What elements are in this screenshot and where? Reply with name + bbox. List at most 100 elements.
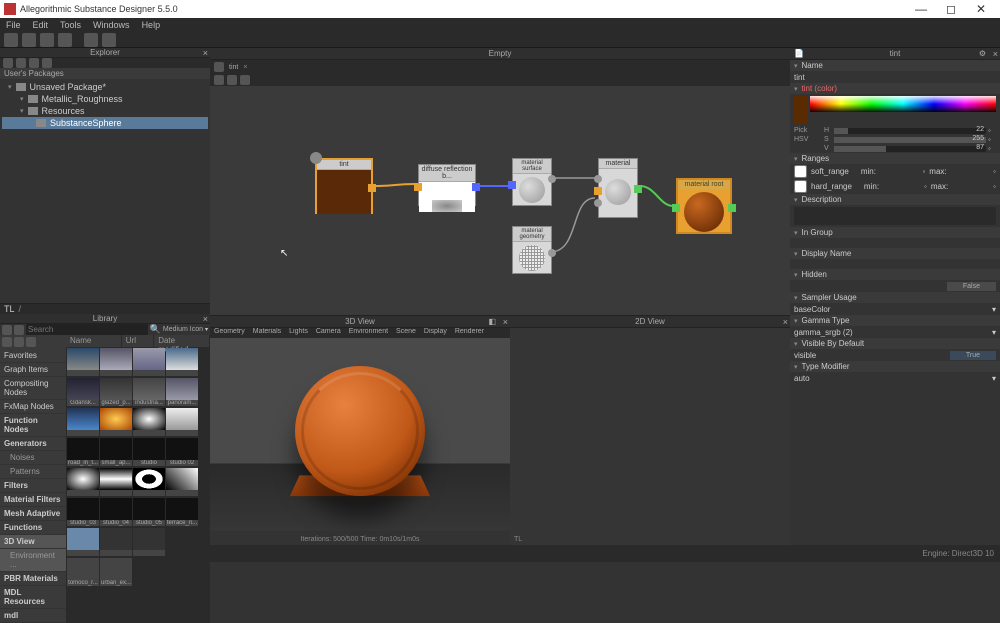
expl-tb-2[interactable] <box>16 58 26 68</box>
port-surface-out[interactable] <box>548 175 556 183</box>
lib-cat[interactable]: Functions <box>0 521 66 535</box>
desc-input[interactable] <box>794 207 996 225</box>
lib-cat[interactable]: Filters <box>0 479 66 493</box>
v3d-scene[interactable]: Scene <box>396 328 416 338</box>
view3d-close-icon[interactable]: × <box>503 317 508 327</box>
toolbar-btn-5[interactable] <box>84 33 98 47</box>
prop-gamma-section[interactable]: Gamma Type <box>790 315 1000 326</box>
v3d-renderer[interactable]: Renderer <box>455 328 484 338</box>
v3d-materials[interactable]: Materials <box>253 328 281 338</box>
library-thumb[interactable] <box>133 468 165 496</box>
library-thumb[interactable]: panoram... <box>166 378 198 406</box>
library-close-icon[interactable]: × <box>203 314 208 324</box>
library-thumb[interactable]: studio 02 <box>166 438 198 466</box>
v3d-display[interactable]: Display <box>424 328 447 338</box>
tint-swatch[interactable] <box>794 96 808 124</box>
s-slider[interactable]: 255 <box>834 137 986 143</box>
lib-cat[interactable]: Generators <box>0 437 66 451</box>
lib-cat[interactable]: Function Nodes <box>0 414 66 437</box>
port-diffuse-out[interactable] <box>472 183 480 191</box>
expl-tb-3[interactable] <box>29 58 39 68</box>
expl-tb-4[interactable] <box>42 58 52 68</box>
library-thumb[interactable] <box>67 408 99 436</box>
library-thumb[interactable] <box>100 348 132 376</box>
tree-item[interactable]: ▾Resources <box>2 105 208 117</box>
library-thumb[interactable] <box>100 528 132 556</box>
menu-windows[interactable]: Windows <box>93 20 130 30</box>
v3d-camera[interactable]: Camera <box>316 328 341 338</box>
graph-tb-1[interactable] <box>214 62 224 72</box>
prop-name-section[interactable]: Name <box>790 60 1000 71</box>
expl-tb-1[interactable] <box>3 58 13 68</box>
port-diffuse-in[interactable] <box>414 183 422 191</box>
chevron-down-icon[interactable]: ▾ <box>205 326 208 333</box>
graph-tab-label[interactable]: tint <box>227 64 240 71</box>
lib-cat[interactable]: Favorites <box>0 349 66 363</box>
lib-cat[interactable]: Noises <box>0 451 66 465</box>
prop-hidden-section[interactable]: Hidden <box>790 269 1000 280</box>
graph-tb2-2[interactable] <box>227 75 237 85</box>
lib-cat[interactable]: Material Filters <box>0 493 66 507</box>
prop-group-section[interactable]: In Group <box>790 227 1000 238</box>
h-slider[interactable]: 22 <box>834 128 986 134</box>
hard-range-check[interactable] <box>794 180 807 193</box>
prop-type-section[interactable]: Type Modifier <box>790 361 1000 372</box>
tree-item[interactable]: ▾Metallic_Roughness <box>2 93 208 105</box>
library-thumb[interactable]: terrace_n... <box>166 498 198 526</box>
port-material-in3[interactable] <box>594 199 602 207</box>
library-thumb[interactable] <box>67 468 99 496</box>
port-material-in2[interactable] <box>594 187 602 195</box>
type-value[interactable]: auto <box>794 374 810 383</box>
port-surface-in[interactable] <box>508 181 516 189</box>
library-thumb[interactable]: tomoco_r... <box>67 558 99 586</box>
graph-canvas[interactable]: tint diffuse reflection b... material su… <box>210 86 790 315</box>
library-viewmode[interactable]: Medium Icon <box>163 326 203 333</box>
library-thumb[interactable] <box>133 348 165 376</box>
node-root[interactable]: material root <box>676 178 732 234</box>
library-thumb[interactable]: studio_03 <box>67 498 99 526</box>
library-thumb[interactable] <box>100 408 132 436</box>
port-material-out[interactable] <box>634 185 642 193</box>
library-thumb[interactable] <box>133 528 165 556</box>
lib-nav-icon[interactable] <box>14 325 24 335</box>
library-thumb[interactable]: urban_ex... <box>100 558 132 586</box>
lib-cat[interactable]: Graph Items <box>0 363 66 377</box>
lib-cat[interactable]: FxMap Nodes <box>0 400 66 414</box>
v3d-environment[interactable]: Environment <box>349 328 388 338</box>
v3d-geometry[interactable]: Geometry <box>214 328 245 338</box>
library-thumb[interactable] <box>166 348 198 376</box>
port-root-in[interactable] <box>672 204 680 212</box>
close-button[interactable]: ✕ <box>966 2 996 16</box>
menu-file[interactable]: File <box>6 20 21 30</box>
graph-area[interactable]: tint × tint <box>210 60 790 316</box>
library-thumb[interactable]: road_in_t... <box>67 438 99 466</box>
port-tint-out[interactable] <box>368 184 376 192</box>
tree-item[interactable]: ▾Unsaved Package* <box>2 81 208 93</box>
visible-toggle[interactable]: True <box>950 351 996 360</box>
port-material-in1[interactable] <box>594 175 602 183</box>
menu-help[interactable]: Help <box>142 20 161 30</box>
soft-range-check[interactable] <box>794 165 807 178</box>
v-slider[interactable]: 87 <box>834 146 986 152</box>
node-tint[interactable]: tint <box>315 158 373 214</box>
lib-home-icon[interactable] <box>2 325 12 335</box>
menu-tools[interactable]: Tools <box>60 20 81 30</box>
toolbar-btn-6[interactable] <box>102 33 116 47</box>
tree-item[interactable]: SubstanceSphere <box>2 117 208 129</box>
lib-cat[interactable]: MDL Resources <box>0 586 66 609</box>
view2d-close-icon[interactable]: × <box>783 317 788 327</box>
graph-tb2-1[interactable] <box>214 75 224 85</box>
prop-ranges-section[interactable]: Ranges <box>790 153 1000 164</box>
library-thumb[interactable]: studio_04 <box>100 498 132 526</box>
library-search-input[interactable] <box>26 324 148 335</box>
port-root-out[interactable] <box>728 204 736 212</box>
port-geometry-out[interactable] <box>548 249 556 257</box>
toolbar-btn-4[interactable] <box>58 33 72 47</box>
lib-cat[interactable]: PBR Materials <box>0 572 66 586</box>
node-tint-pin-icon[interactable] <box>310 152 322 164</box>
menu-edit[interactable]: Edit <box>33 20 49 30</box>
prop-sampler-section[interactable]: Sampler Usage <box>790 292 1000 303</box>
toolbar-btn-1[interactable] <box>4 33 18 47</box>
node-surface[interactable]: material surface <box>512 158 552 206</box>
lib-cat[interactable]: Environment ... <box>0 549 66 572</box>
